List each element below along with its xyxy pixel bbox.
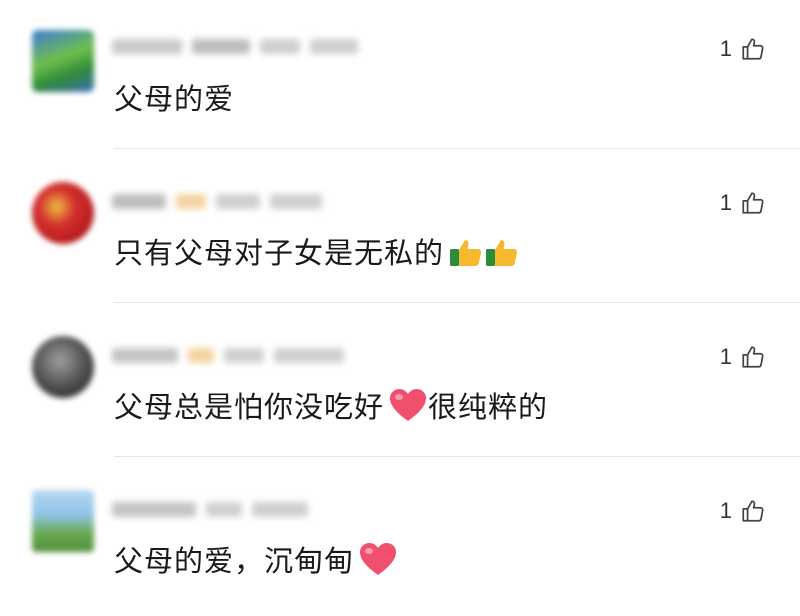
comment-item: 父母总是怕你没吃好 很纯粹的 1 [0, 308, 800, 462]
like-count: 1 [719, 190, 732, 215]
like-button[interactable]: 1 [720, 190, 766, 216]
comment-item: 父母的爱，沉甸甸 1 [0, 462, 800, 616]
comment-item: 只有父母对子女是无私的 1 [0, 154, 800, 308]
comment-text: 父母的爱，沉甸甸 [114, 538, 398, 580]
thumbs-up-outline-icon [742, 346, 764, 368]
comment-item: 父母的爱 1 [0, 0, 800, 154]
like-count: 1 [719, 498, 732, 523]
thumbs-up-outline-icon [742, 500, 764, 522]
comment-meta-blurred [112, 498, 402, 520]
comment-text: 只有父母对子女是无私的 [114, 230, 520, 272]
like-button[interactable]: 1 [720, 36, 766, 62]
comment-meta-blurred [112, 190, 402, 212]
heart-icon [390, 389, 427, 421]
heart-icon [360, 543, 397, 575]
thumbs-up-icon [450, 240, 482, 266]
avatar[interactable] [32, 30, 94, 92]
like-button[interactable]: 1 [720, 498, 766, 524]
divider [114, 148, 800, 149]
avatar[interactable] [32, 336, 94, 398]
divider [114, 302, 800, 303]
comment-text: 父母总是怕你没吃好 很纯粹的 [114, 384, 548, 426]
comment-meta-blurred [112, 35, 402, 57]
like-count: 1 [719, 36, 732, 61]
comment-meta-blurred [112, 344, 402, 366]
avatar[interactable] [32, 182, 94, 244]
thumbs-up-outline-icon [742, 38, 764, 60]
avatar[interactable] [32, 490, 94, 552]
divider [114, 456, 800, 457]
like-count: 1 [719, 344, 732, 369]
thumbs-up-outline-icon [742, 192, 764, 214]
thumbs-up-icon [486, 240, 518, 266]
like-button[interactable]: 1 [720, 344, 766, 370]
comment-text: 父母的爱 [114, 82, 235, 116]
